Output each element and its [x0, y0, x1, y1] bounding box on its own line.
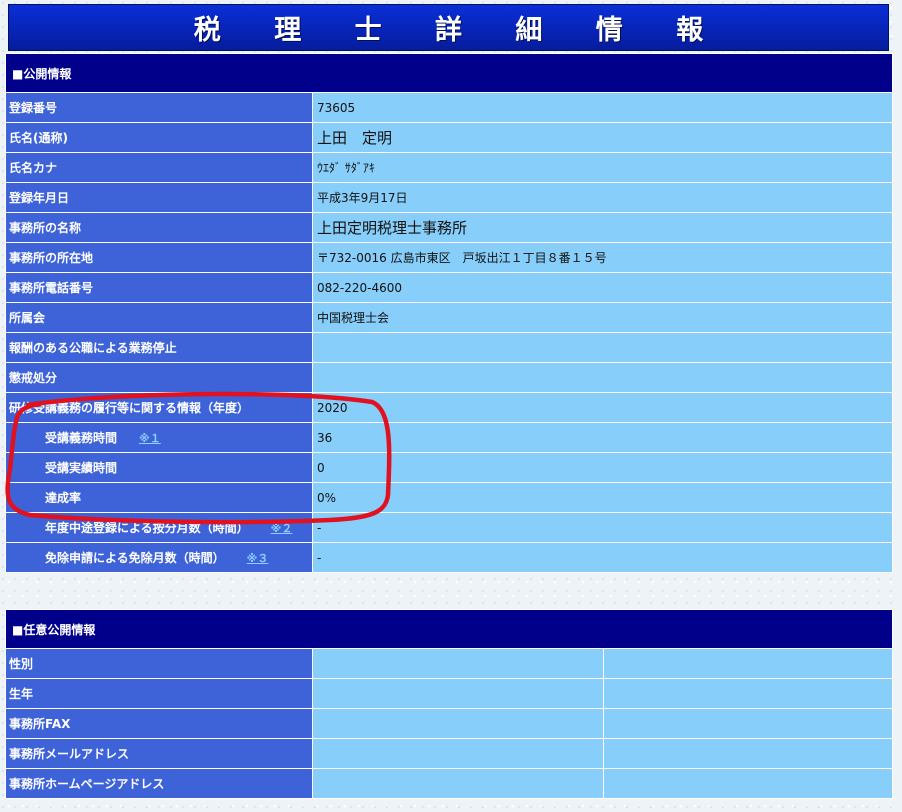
name-kana-label: 氏名カナ	[5, 152, 313, 183]
name-kana-value: ｳｴﾀﾞ ｻﾀﾞｱｷ	[312, 152, 893, 183]
name-label: 氏名(通称)	[5, 122, 313, 153]
office-email-label: 事務所メールアドレス	[5, 738, 313, 769]
row-office-fax: 事務所FAX	[5, 708, 894, 739]
office-fax-value	[312, 708, 604, 739]
prorated-months-cell: 年度中途登録による按分月数（時間） ※２	[5, 512, 313, 543]
exempt-months-value: -	[312, 542, 893, 573]
row-registration-date: 登録年月日 平成3年9月17日	[5, 182, 893, 213]
name-value: 上田 定明	[312, 122, 893, 153]
office-email-value	[312, 738, 604, 769]
registration-date-value: 平成3年9月17日	[312, 182, 893, 213]
suspension-value	[312, 332, 893, 363]
exempt-months-cell: 免除申請による免除月数（時間） ※３	[5, 542, 313, 573]
office-phone-value: 082-220-4600	[312, 272, 893, 303]
office-fax-label: 事務所FAX	[5, 708, 313, 739]
office-address-value: 〒732-0016 広島市東区 戸坂出江１丁目８番１５号	[312, 242, 893, 273]
row-achievement-rate: 達成率 0%	[5, 482, 893, 513]
page-title-bar: 税 理 士 詳 細 情 報	[8, 4, 889, 51]
row-suspension: 報酬のある公職による業務停止	[5, 332, 893, 363]
optional-info-header: ■任意公開情報	[4, 609, 894, 649]
public-info-table: ■公開情報 登録番号 73605 氏名(通称) 上田 定明 氏名カナ ｳｴﾀﾞ …	[5, 53, 893, 573]
birth-year-extra	[602, 678, 894, 709]
disciplinary-value	[312, 362, 893, 393]
row-registration-number: 登録番号 73605	[5, 92, 893, 123]
office-name-value: 上田定明税理士事務所	[312, 212, 893, 243]
suspension-label: 報酬のある公職による業務停止	[5, 332, 313, 363]
optional-info-table: ■任意公開情報 性別 生年 事務所FAX 事務所メールアドレス 事務所ホームペー…	[4, 609, 894, 799]
affiliation-value: 中国税理士会	[312, 302, 893, 333]
row-birth-year: 生年	[5, 678, 894, 709]
row-disciplinary: 懲戒処分	[5, 362, 893, 393]
row-prorated-months: 年度中途登録による按分月数（時間） ※２ -	[5, 512, 893, 543]
gender-extra	[602, 648, 894, 679]
birth-year-value	[312, 678, 604, 709]
note-2-link[interactable]: ※２	[271, 522, 293, 535]
registration-number-label: 登録番号	[5, 92, 313, 123]
gender-value	[312, 648, 604, 679]
registration-number-value: 73605	[312, 92, 893, 123]
office-homepage-value	[312, 768, 604, 799]
row-exempt-months: 免除申請による免除月数（時間） ※３ -	[5, 542, 893, 573]
required-hours-value: 36	[312, 422, 893, 453]
actual-hours-value: 0	[312, 452, 893, 483]
row-gender: 性別	[5, 648, 894, 679]
prorated-months-label: 年度中途登録による按分月数（時間）	[45, 521, 249, 535]
office-name-label: 事務所の名称	[5, 212, 313, 243]
row-office-phone: 事務所電話番号 082-220-4600	[5, 272, 893, 303]
office-address-label: 事務所の所在地	[5, 242, 313, 273]
row-office-name: 事務所の名称 上田定明税理士事務所	[5, 212, 893, 243]
training-info-value: 2020	[312, 392, 893, 423]
page-title: 税 理 士 詳 細 情 報	[193, 15, 726, 46]
achievement-rate-value: 0%	[312, 482, 893, 513]
training-info-label: 研修受講義務の履行等に関する情報（年度）	[5, 392, 313, 423]
row-actual-hours: 受講実績時間 0	[5, 452, 893, 483]
disciplinary-label: 懲戒処分	[5, 362, 313, 393]
row-office-email: 事務所メールアドレス	[5, 738, 894, 769]
registration-date-label: 登録年月日	[5, 182, 313, 213]
affiliation-label: 所属会	[5, 302, 313, 333]
office-phone-label: 事務所電話番号	[5, 272, 313, 303]
birth-year-label: 生年	[5, 678, 313, 709]
row-name: 氏名(通称) 上田 定明	[5, 122, 893, 153]
row-office-address: 事務所の所在地 〒732-0016 広島市東区 戸坂出江１丁目８番１５号	[5, 242, 893, 273]
office-homepage-extra	[602, 768, 894, 799]
exempt-months-label: 免除申請による免除月数（時間）	[45, 551, 225, 565]
row-training-info: 研修受講義務の履行等に関する情報（年度） 2020	[5, 392, 893, 423]
note-3-link[interactable]: ※３	[247, 552, 269, 565]
row-office-homepage: 事務所ホームページアドレス	[5, 768, 894, 799]
office-homepage-label: 事務所ホームページアドレス	[5, 768, 313, 799]
row-required-hours: 受講義務時間 ※１ 36	[5, 422, 893, 453]
required-hours-label: 受講義務時間	[45, 431, 118, 445]
row-name-kana: 氏名カナ ｳｴﾀﾞ ｻﾀﾞｱｷ	[5, 152, 893, 183]
prorated-months-value: -	[312, 512, 893, 543]
office-email-extra	[602, 738, 894, 769]
required-hours-cell: 受講義務時間 ※１	[5, 422, 313, 453]
note-1-link[interactable]: ※１	[139, 432, 161, 445]
gender-label: 性別	[5, 648, 313, 679]
achievement-rate-label: 達成率	[5, 482, 313, 513]
public-info-header: ■公開情報	[5, 53, 893, 93]
row-affiliation: 所属会 中国税理士会	[5, 302, 893, 333]
office-fax-extra	[602, 708, 894, 739]
actual-hours-label: 受講実績時間	[5, 452, 313, 483]
